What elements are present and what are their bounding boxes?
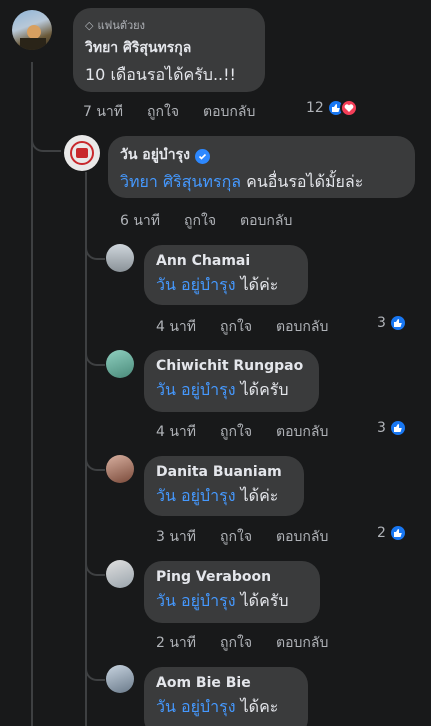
reply-4-author[interactable]: Aom Bie Bie bbox=[156, 675, 296, 691]
reply-2-reactions[interactable]: 2 bbox=[377, 524, 407, 542]
avatar-reply-4[interactable] bbox=[106, 665, 134, 693]
top-comment-text: 10 เดือนรอได้ครับ..!! bbox=[85, 65, 236, 84]
reply-2-text: วัน อยู่บำรุง ได้ค่ะ bbox=[156, 484, 292, 509]
reply-3-time[interactable]: 2 นาที bbox=[156, 632, 196, 654]
verified-badge-icon bbox=[195, 149, 211, 164]
reply-0-bubble: Ann Chamai วัน อยู่บำรุง ได้ค่ะ bbox=[144, 245, 308, 305]
diamond-icon: ◇ bbox=[85, 18, 94, 32]
reply-2-time[interactable]: 3 นาที bbox=[156, 526, 196, 548]
reply-1-author[interactable]: Chiwichit Rungpao bbox=[156, 358, 307, 374]
reply-1-reactions[interactable]: 3 bbox=[377, 419, 407, 437]
reply-main-like-button[interactable]: ถูกใจ bbox=[184, 210, 216, 232]
reply-2-body: ได้ค่ะ bbox=[235, 486, 279, 505]
reply-0-mention[interactable]: วัน อยู่บำรุง bbox=[156, 275, 236, 294]
avatar-reply-3[interactable] bbox=[106, 560, 134, 588]
reply-2-author[interactable]: Danita Buaniam bbox=[156, 464, 292, 480]
reply-0-reaction-count: 3 bbox=[377, 315, 386, 331]
reply-0-reply-button[interactable]: ตอบกลับ bbox=[276, 316, 328, 338]
connector-reply-3 bbox=[85, 556, 105, 576]
reply-1-body: ได้ครับ bbox=[235, 380, 289, 399]
like-icon bbox=[388, 314, 407, 332]
avatar-logo bbox=[70, 141, 94, 165]
top-comment-reply-button[interactable]: ตอบกลับ bbox=[203, 101, 255, 123]
avatar-top-comment[interactable] bbox=[12, 10, 52, 50]
reply-2-actions: 3 นาที ถูกใจ ตอบกลับ bbox=[156, 526, 352, 548]
reply-1-bubble: Chiwichit Rungpao วัน อยู่บำรุง ได้ครับ bbox=[144, 350, 319, 412]
reply-4-bubble: Aom Bie Bie วัน อยู่บำรุง ได้คะ bbox=[144, 667, 308, 726]
reply-0-like-button[interactable]: ถูกใจ bbox=[220, 316, 252, 338]
avatar-reply-main[interactable] bbox=[64, 135, 100, 171]
connector-reply-1 bbox=[85, 346, 105, 366]
reply-0-actions: 4 นาที ถูกใจ ตอบกลับ bbox=[156, 316, 352, 338]
reply-main-body: คนอื่นรอได้มั้ยล่ะ bbox=[241, 172, 364, 191]
reply-2-like-button[interactable]: ถูกใจ bbox=[220, 526, 252, 548]
top-comment-author[interactable]: วิทยา ศิริสุนทรกุล bbox=[85, 37, 253, 59]
connector-reply-main bbox=[31, 130, 61, 152]
reply-2-reply-button[interactable]: ตอบกลับ bbox=[276, 526, 328, 548]
thread-line-main bbox=[31, 62, 33, 726]
reply-4-text: วัน อยู่บำรุง ได้คะ bbox=[156, 695, 296, 720]
reply-3-mention[interactable]: วัน อยู่บำรุง bbox=[156, 591, 236, 610]
reply-2-reaction-count: 2 bbox=[377, 525, 386, 541]
reply-main-bubble: วัน อยู่บำรุง วิทยา ศิริสุนทรกุล คนอื่นร… bbox=[108, 136, 415, 198]
reply-3-like-button[interactable]: ถูกใจ bbox=[220, 632, 252, 654]
reply-main-mention[interactable]: วิทยา ศิริสุนทรกุล bbox=[120, 172, 241, 191]
reply-main-text: วิทยา ศิริสุนทรกุล คนอื่นรอได้มั้ยล่ะ bbox=[120, 170, 403, 195]
reply-1-reply-button[interactable]: ตอบกลับ bbox=[276, 421, 328, 443]
love-icon bbox=[339, 99, 358, 117]
reply-0-reactions[interactable]: 3 bbox=[377, 314, 407, 332]
reply-3-author[interactable]: Ping Veraboon bbox=[156, 569, 308, 585]
reply-0-body: ได้ค่ะ bbox=[235, 275, 279, 294]
reply-main-author-row: วัน อยู่บำรุง bbox=[120, 144, 403, 166]
reply-4-mention[interactable]: วัน อยู่บำรุง bbox=[156, 697, 236, 716]
reply-3-text: วัน อยู่บำรุง ได้ครับ bbox=[156, 589, 308, 614]
avatar-reply-2[interactable] bbox=[106, 455, 134, 483]
reply-main-time[interactable]: 6 นาที bbox=[120, 210, 160, 232]
reply-3-actions: 2 นาที ถูกใจ ตอบกลับ bbox=[156, 632, 352, 654]
top-comment-reactions[interactable]: 12 bbox=[306, 99, 358, 117]
reply-main-author[interactable]: วัน อยู่บำรุง bbox=[120, 147, 190, 163]
reply-3-body: ได้ครับ bbox=[235, 591, 289, 610]
reply-1-actions: 4 นาที ถูกใจ ตอบกลับ bbox=[156, 421, 352, 443]
like-icon bbox=[388, 419, 407, 437]
top-comment-bubble: ◇ แฟนตัวยง วิทยา ศิริสุนทรกุล 10 เดือนรอ… bbox=[73, 8, 265, 92]
reply-1-reaction-count: 3 bbox=[377, 420, 386, 436]
connector-reply-4 bbox=[85, 661, 105, 681]
reply-main-reply-button[interactable]: ตอบกลับ bbox=[240, 210, 292, 232]
reply-4-body: ได้คะ bbox=[235, 697, 279, 716]
avatar-image bbox=[20, 25, 46, 50]
top-comment-like-button[interactable]: ถูกใจ bbox=[147, 101, 179, 123]
connector-reply-2 bbox=[85, 451, 105, 471]
top-comment-actions: 7 นาที ถูกใจ ตอบกลับ bbox=[83, 101, 279, 123]
reply-1-time[interactable]: 4 นาที bbox=[156, 421, 196, 443]
avatar-reply-0[interactable] bbox=[106, 244, 134, 272]
reply-2-bubble: Danita Buaniam วัน อยู่บำรุง ได้ค่ะ bbox=[144, 456, 304, 516]
top-fan-badge-label: แฟนตัวยง bbox=[97, 19, 146, 32]
reply-main-actions: 6 นาที ถูกใจ ตอบกลับ bbox=[120, 210, 316, 232]
top-fan-badge: ◇ แฟนตัวยง bbox=[85, 16, 253, 34]
like-icon bbox=[388, 524, 407, 542]
top-comment-time[interactable]: 7 นาที bbox=[83, 101, 123, 123]
reply-3-bubble: Ping Veraboon วัน อยู่บำรุง ได้ครับ bbox=[144, 561, 320, 623]
reply-2-mention[interactable]: วัน อยู่บำรุง bbox=[156, 486, 236, 505]
reply-0-time[interactable]: 4 นาที bbox=[156, 316, 196, 338]
reply-0-text: วัน อยู่บำรุง ได้ค่ะ bbox=[156, 273, 296, 298]
reply-1-mention[interactable]: วัน อยู่บำรุง bbox=[156, 380, 236, 399]
reply-0-author[interactable]: Ann Chamai bbox=[156, 253, 296, 269]
reply-1-text: วัน อยู่บำรุง ได้ครับ bbox=[156, 378, 307, 403]
avatar-reply-1[interactable] bbox=[106, 350, 134, 378]
reply-3-reply-button[interactable]: ตอบกลับ bbox=[276, 632, 328, 654]
top-reaction-count: 12 bbox=[306, 100, 324, 116]
reply-1-like-button[interactable]: ถูกใจ bbox=[220, 421, 252, 443]
connector-reply-0 bbox=[85, 240, 105, 260]
